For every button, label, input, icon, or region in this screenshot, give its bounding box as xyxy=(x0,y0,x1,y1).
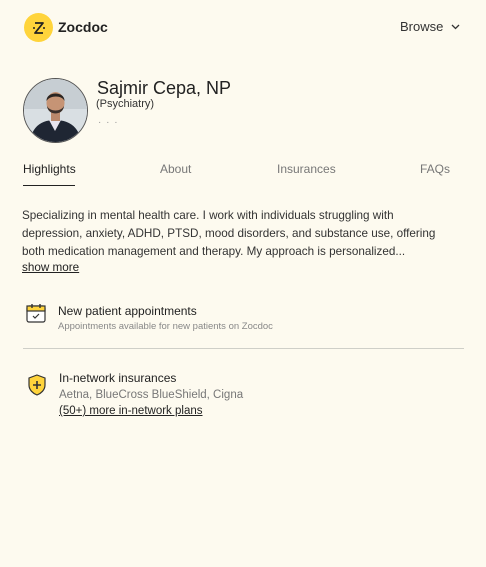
brand-name[interactable]: Zocdoc xyxy=(58,19,108,35)
more-info-indicator: · · · xyxy=(98,117,119,128)
provider-avatar xyxy=(23,78,88,143)
chevron-down-icon xyxy=(451,24,460,29)
more-in-network-plans-link[interactable]: (50+) more in-network plans xyxy=(59,405,203,417)
provider-specialty: (Psychiatry) xyxy=(96,98,155,110)
show-more-link[interactable]: show more xyxy=(22,261,79,274)
tab-insurances[interactable]: Insurances xyxy=(277,162,336,176)
insurance-list: Aetna, BlueCross BlueShield, Cigna xyxy=(59,389,244,401)
browse-menu-button[interactable]: Browse xyxy=(400,19,460,34)
new-patient-appointments-subtitle: Appointments available for new patients … xyxy=(58,321,273,332)
active-tab-indicator xyxy=(23,185,75,186)
provider-name: Sajmir Cepa, NP xyxy=(97,78,232,98)
top-header: Zocdoc Browse xyxy=(0,0,486,56)
tab-about[interactable]: About xyxy=(160,162,191,176)
calendar-icon xyxy=(25,302,47,329)
section-divider xyxy=(23,348,464,349)
in-network-insurances-title: In-network insurances xyxy=(59,371,177,385)
shield-icon xyxy=(27,374,47,401)
browse-label: Browse xyxy=(400,19,444,34)
zocdoc-logo-icon[interactable] xyxy=(24,13,53,42)
provider-bio: Specializing in mental health care. I wo… xyxy=(22,209,436,258)
new-patient-appointments-title: New patient appointments xyxy=(58,304,197,318)
profile-tabs: Highlights About Insurances FAQs xyxy=(23,158,464,188)
tab-highlights[interactable]: Highlights xyxy=(23,162,76,176)
tab-faqs[interactable]: FAQs xyxy=(420,162,450,176)
